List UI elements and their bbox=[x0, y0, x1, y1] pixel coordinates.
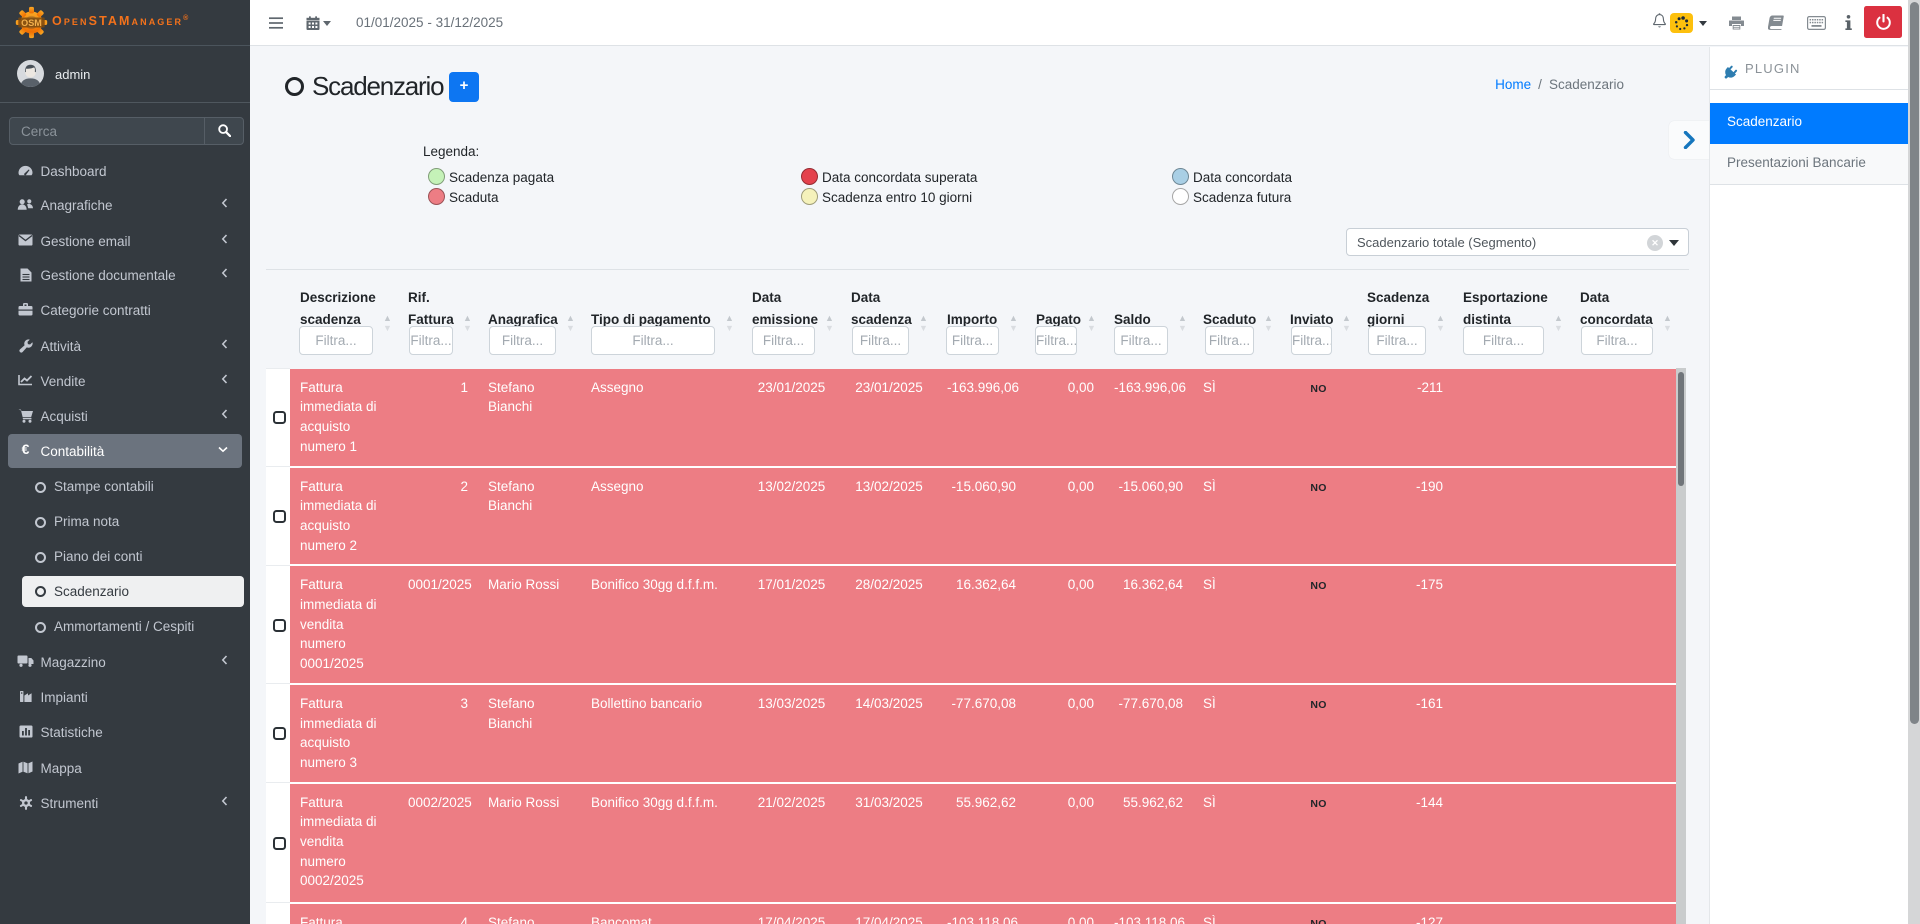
svg-text:OSM: OSM bbox=[21, 18, 42, 28]
